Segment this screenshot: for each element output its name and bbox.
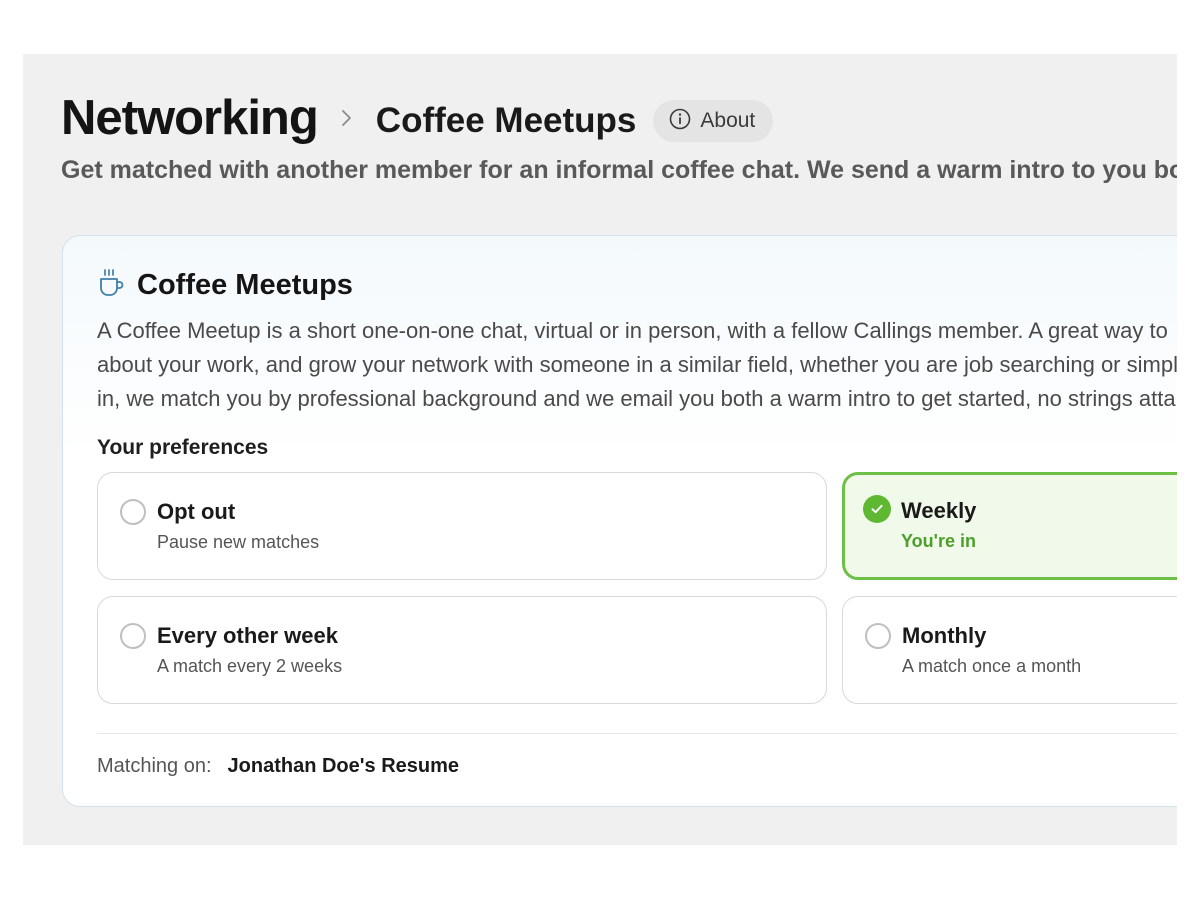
option-every-other-week[interactable]: Every other week A match every 2 weeks [97, 596, 827, 704]
check-circle-icon [863, 495, 891, 523]
info-icon [669, 108, 691, 135]
about-button-label: About [700, 109, 756, 132]
card-title: Coffee Meetups [137, 269, 353, 301]
option-title: Monthly [902, 623, 987, 648]
description-line: in, we match you by professional backgro… [97, 386, 1176, 411]
card-divider [97, 733, 1177, 734]
card-header: Coffee Meetups [97, 268, 353, 303]
option-subtitle: A match every 2 weeks [157, 656, 343, 676]
option-monthly[interactable]: Monthly A match once a month [842, 596, 1177, 704]
option-title: Weekly [901, 498, 977, 523]
breadcrumb-networking[interactable]: Networking [61, 90, 319, 146]
option-subtitle: Pause new matches [157, 532, 320, 552]
option-title: Opt out [157, 499, 236, 524]
chevron-right-icon [340, 106, 354, 130]
matching-resume-link[interactable]: Jonathan Doe's Resume [228, 755, 459, 778]
matching-info: Matching on: Jonathan Doe's Resume [97, 755, 459, 778]
radio-unchecked-icon [120, 623, 146, 649]
breadcrumb: Networking Coffee Meetups About [61, 88, 774, 148]
option-subtitle: A match once a month [902, 656, 1082, 676]
page-title: Coffee Meetups [375, 101, 637, 140]
app-screen: Networking Coffee Meetups About Get matc… [23, 54, 1177, 845]
coffee-cup-icon [97, 268, 125, 303]
radio-unchecked-icon [120, 499, 146, 525]
preferences-label: Your preferences [97, 436, 269, 459]
matching-label: Matching on: [97, 755, 212, 777]
radio-unchecked-icon [865, 623, 891, 649]
option-subtitle: You're in [901, 531, 976, 551]
description-line: about your work, and grow your network w… [97, 352, 1177, 377]
page-subtitle: Get matched with another member for an i… [61, 156, 1177, 184]
option-opt-out[interactable]: Opt out Pause new matches [97, 472, 827, 580]
about-button[interactable]: About [653, 100, 774, 142]
coffee-meetups-card: Coffee Meetups A Coffee Meetup is a shor… [62, 235, 1177, 807]
card-description: A Coffee Meetup is a short one-on-one ch… [97, 314, 1177, 416]
option-weekly[interactable]: Weekly You're in [842, 472, 1177, 580]
option-title: Every other week [157, 623, 338, 648]
description-line: A Coffee Meetup is a short one-on-one ch… [97, 318, 1168, 343]
